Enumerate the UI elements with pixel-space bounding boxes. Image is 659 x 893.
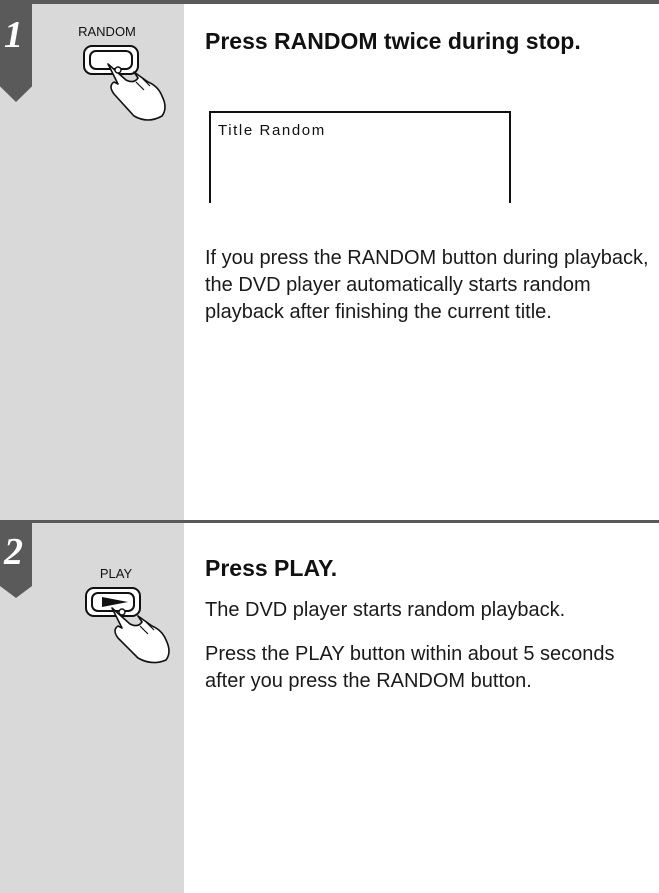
step-1-body: If you press the RANDOM button during pl… <box>205 247 649 323</box>
section-divider-left <box>0 520 184 523</box>
step-2-body-2: Press the PLAY button within about 5 sec… <box>205 643 615 692</box>
display-screen-text: Title Random <box>218 122 326 139</box>
left-sidebar-band <box>0 0 184 893</box>
step-2-number: 2 <box>4 531 23 573</box>
step-2-body-1: The DVD player starts random playback. <box>205 599 566 621</box>
hand-pressing-button-icon <box>83 45 166 121</box>
step-2-heading: Press PLAY. <box>205 555 338 581</box>
top-rule <box>0 0 659 4</box>
section-divider <box>184 520 659 523</box>
random-button-label: RANDOM <box>78 24 136 39</box>
hand-pressing-play-button-icon <box>85 587 170 664</box>
display-screen-box: Title Random <box>209 111 511 203</box>
step-1-number: 1 <box>4 14 23 56</box>
play-button-label: PLAY <box>99 566 133 581</box>
step-1-heading: Press RANDOM twice during stop. <box>205 28 581 54</box>
